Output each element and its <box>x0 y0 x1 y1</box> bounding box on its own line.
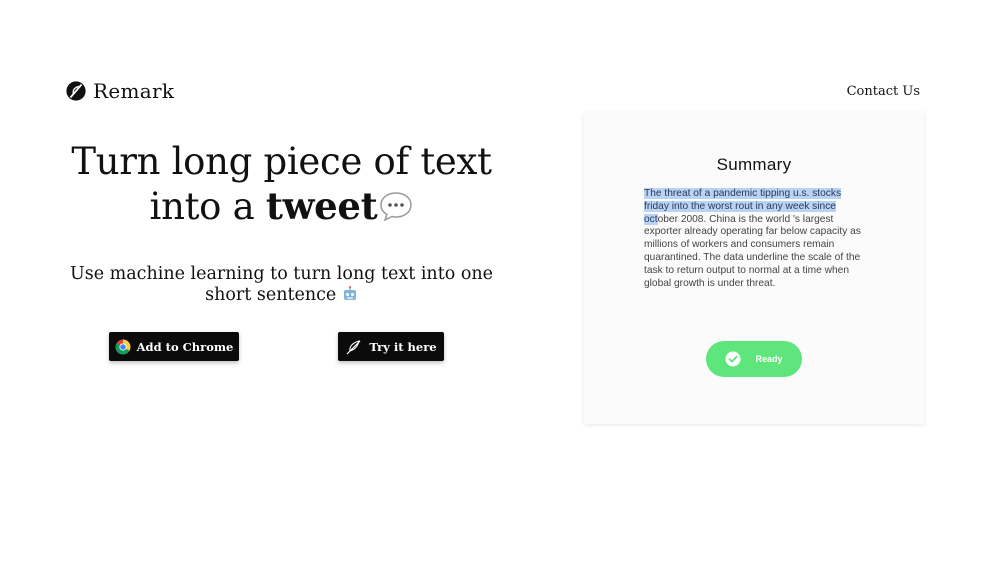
hero: Turn long piece of text into a tweet <box>60 140 503 229</box>
brand-name: Remark <box>93 79 175 103</box>
add-to-chrome-button[interactable]: Add to Chrome <box>109 332 239 361</box>
try-it-here-button[interactable]: Try it here <box>338 332 444 361</box>
ready-button[interactable]: Ready <box>706 341 802 377</box>
hero-title: Turn long piece of text into a tweet <box>60 140 503 229</box>
add-to-chrome-label: Add to Chrome <box>136 339 234 354</box>
summary-card: Summary The threat of a pandemic tipping… <box>584 112 924 424</box>
hero-subtitle: Use machine learning to turn long text i… <box>60 264 503 306</box>
summary-rest-text: ober 2008. China is the world 's largest… <box>644 213 861 289</box>
feather-icon <box>346 339 361 354</box>
chrome-icon <box>115 339 131 355</box>
check-circle-icon <box>725 351 741 367</box>
hero-subtitle-text: Use machine learning to turn long text i… <box>69 264 493 305</box>
speech-bubble-icon <box>380 192 413 221</box>
robot-icon <box>343 286 356 300</box>
summary-title: Summary <box>716 155 792 174</box>
brand-logo[interactable]: Remark <box>65 79 174 103</box>
leaf-logo-icon <box>66 81 86 101</box>
ready-label: Ready <box>755 354 783 364</box>
hero-title-bold: tweet <box>265 184 378 228</box>
try-it-here-label: Try it here <box>369 339 437 354</box>
summary-text: The threat of a pandemic tipping u.s. st… <box>644 188 864 290</box>
contact-us-link[interactable]: Contact Us <box>847 84 920 99</box>
